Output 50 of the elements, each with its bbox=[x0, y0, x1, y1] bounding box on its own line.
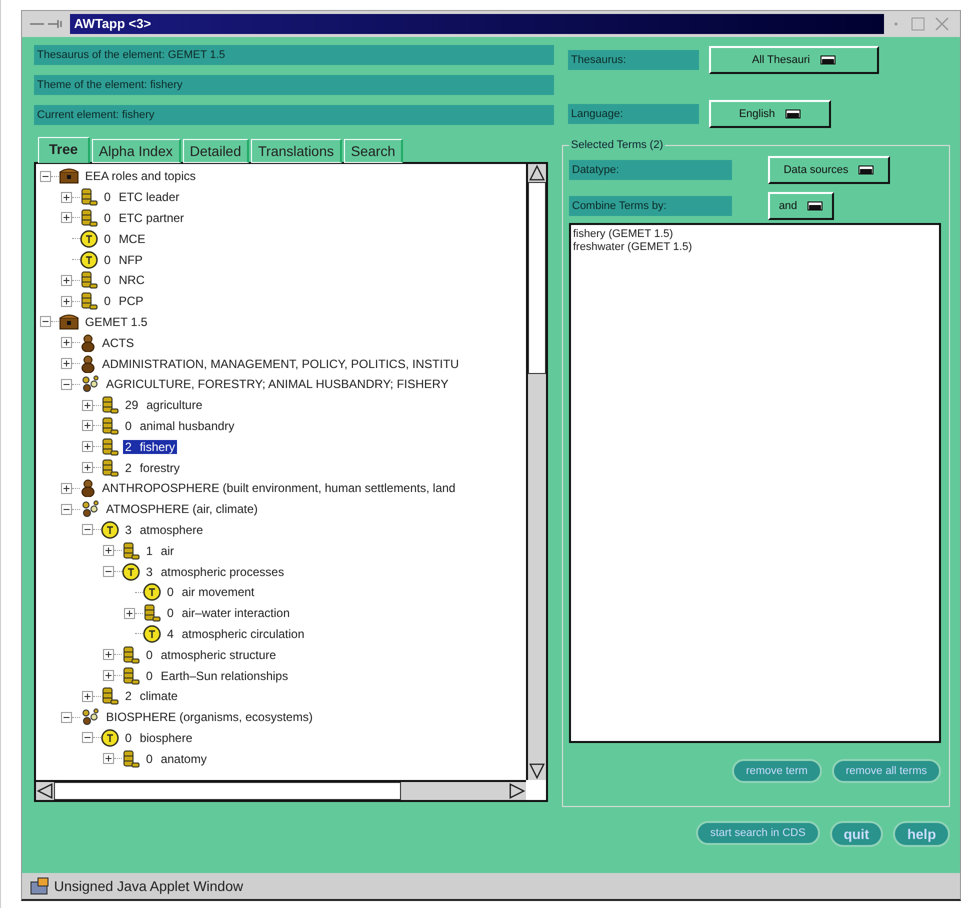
tab[interactable]: Detailed bbox=[182, 139, 250, 163]
tree-item[interactable]: 2 forestry bbox=[123, 460, 182, 475]
tree-item[interactable]: 4 atmospheric circulation bbox=[165, 626, 306, 641]
tree-item[interactable]: 2 fishery bbox=[123, 440, 178, 454]
tree-item[interactable]: EEA roles and topics bbox=[83, 169, 198, 184]
tab[interactable]: Alpha Index bbox=[92, 139, 181, 163]
tree-item[interactable]: 0 ETC partner bbox=[102, 210, 186, 225]
field-label: Combine Terms by: bbox=[569, 196, 732, 216]
tree-item[interactable]: GEMET 1.5 bbox=[83, 314, 150, 329]
field-label: Datatype: bbox=[569, 160, 732, 180]
tree-item[interactable]: 0 air–water interaction bbox=[165, 606, 292, 620]
combine-dropdown[interactable]: and bbox=[768, 192, 834, 220]
tree-item[interactable]: 0 ETC leader bbox=[102, 190, 182, 204]
info-label: Theme of the element: fishery bbox=[34, 75, 554, 95]
tree-item[interactable]: ATMOSPHERE (air, climate) bbox=[104, 502, 260, 516]
group-title: Selected Terms (2) bbox=[570, 139, 664, 151]
field-label: Thesaurus: bbox=[568, 50, 699, 70]
info-label: Current element: fishery bbox=[34, 105, 554, 125]
field-label: Language: bbox=[568, 104, 699, 124]
info-label: Thesaurus of the element: GEMET 1.5 bbox=[34, 45, 554, 65]
window-title: AWTapp <3> bbox=[70, 14, 884, 34]
tree-item[interactable]: 3 atmospheric processes bbox=[144, 564, 286, 579]
tree-item[interactable]: 1 air bbox=[144, 544, 176, 558]
tree-item[interactable]: 0 MCE bbox=[102, 232, 148, 246]
term-item[interactable]: freshwater (GEMET 1.5) bbox=[573, 241, 937, 254]
language-dropdown[interactable]: English bbox=[709, 100, 831, 128]
term-item[interactable]: fishery (GEMET 1.5) bbox=[573, 228, 937, 241]
tab[interactable]: Translations bbox=[251, 139, 342, 163]
tree-item[interactable]: 0 animal husbandry bbox=[123, 418, 236, 433]
tree-item[interactable]: 2 climate bbox=[123, 689, 180, 704]
tree-item[interactable]: ACTS bbox=[100, 336, 136, 350]
tree-item[interactable]: 0 biosphere bbox=[123, 730, 194, 745]
tree-item[interactable]: 29 agriculture bbox=[123, 398, 204, 412]
tab[interactable]: Search bbox=[344, 139, 404, 163]
status-text: Unsigned Java Applet Window bbox=[54, 878, 244, 894]
tree-item[interactable]: 0 PCP bbox=[102, 294, 146, 308]
tree-item[interactable]: 0 atmospheric structure bbox=[144, 648, 278, 662]
tab[interactable]: Tree bbox=[38, 137, 90, 163]
tree-item[interactable]: 0 Earth–Sun relationships bbox=[144, 668, 290, 683]
tree-item[interactable]: 0 NFP bbox=[102, 252, 145, 267]
datatype-dropdown[interactable]: Data sources bbox=[768, 156, 890, 184]
tree-item[interactable]: 0 anatomy bbox=[144, 752, 209, 766]
tree-item[interactable]: AGRICULTURE, FORESTRY; ANIMAL HUSBANDRY; FISHERY bbox=[104, 377, 451, 392]
tree-item[interactable]: 0 air movement bbox=[165, 585, 256, 600]
tree-item[interactable]: ANTHROPOSPHERE (built environment, human settlements, land bbox=[100, 481, 458, 496]
tree-item[interactable]: 3 atmosphere bbox=[123, 522, 206, 537]
tree-item[interactable]: ADMINISTRATION, MANAGEMENT, POLICY, POLITICS, INSTITU bbox=[100, 356, 461, 371]
thesaurus-dropdown[interactable]: All Thesauri bbox=[709, 46, 879, 74]
tree-item[interactable]: 0 NRC bbox=[102, 273, 147, 288]
tree-item[interactable]: BIOSPHERE (organisms, ecosystems) bbox=[104, 710, 315, 724]
